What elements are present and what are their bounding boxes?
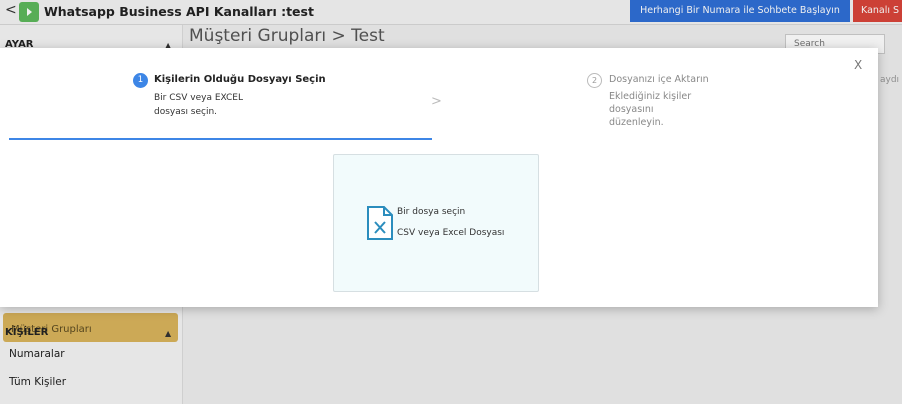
step-progress-bar bbox=[9, 138, 432, 140]
close-icon[interactable]: X bbox=[854, 58, 862, 72]
file-dropzone[interactable] bbox=[333, 154, 539, 292]
step-2-title: Dosyanızı içe Aktarın bbox=[609, 74, 709, 85]
dropzone-title[interactable]: Bir dosya seçin bbox=[397, 207, 465, 217]
step-2-description: Eklediğiniz kişiler dosyasını düzenleyin… bbox=[609, 91, 692, 128]
step-1-description: Bir CSV veya EXCEL dosyası seçin. bbox=[154, 93, 243, 117]
excel-file-icon[interactable] bbox=[366, 205, 394, 241]
chevron-right-icon: > bbox=[431, 94, 442, 109]
step-1-title: Kişilerin Olduğu Dosyayı Seçin bbox=[154, 74, 326, 85]
dropzone-subtitle: CSV veya Excel Dosyası bbox=[397, 228, 505, 238]
step-1-number: 1 bbox=[133, 73, 148, 88]
step-2-number: 2 bbox=[587, 73, 602, 88]
